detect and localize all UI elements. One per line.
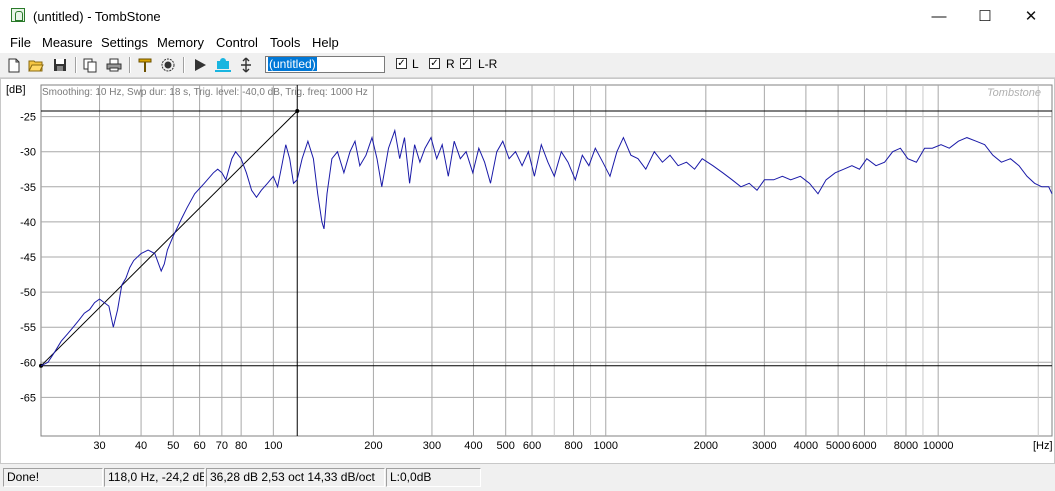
x-tick-label: 4000	[794, 440, 818, 452]
frequency-response-chart[interactable]: -25 -30 -35 -40 -45 -50 -55 -60 -65 30 40 50 60 70 80…	[1, 79, 1054, 463]
tombstone-watermark: Tombstone	[987, 87, 1041, 99]
channel-lr-checkbox[interactable]: ✓	[460, 58, 471, 69]
target-icon[interactable]	[159, 56, 177, 74]
status-bar: Done! 118,0 Hz, -24,2 dB 36,28 dB 2,53 o…	[0, 466, 1055, 491]
channel-r-checkbox[interactable]: ✓	[429, 58, 440, 69]
x-tick-label: 70	[216, 440, 228, 452]
menu-bar: File Measure Settings Memory Control Too…	[0, 33, 1055, 53]
channel-r-label: R	[446, 57, 455, 71]
x-tick-label: 80	[235, 440, 247, 452]
tombstone-app-icon	[11, 8, 25, 22]
channel-l-checkbox[interactable]: ✓	[396, 58, 407, 69]
x-tick-label: 30	[93, 440, 105, 452]
x-tick-label: 60	[193, 440, 205, 452]
plot-grid	[40, 84, 1053, 437]
slope-readout: 36,28 dB 2,53 oct 14,33 dB/oct	[206, 468, 385, 487]
channel-lr-label: L-R	[478, 57, 498, 71]
menu-control[interactable]: Control	[216, 35, 258, 50]
play-icon[interactable]	[191, 56, 209, 74]
menu-help[interactable]: Help	[312, 35, 339, 50]
x-tick-label: 2000	[694, 440, 718, 452]
minimize-button[interactable]: —	[916, 0, 962, 32]
save-icon[interactable]	[51, 56, 69, 74]
menu-tools[interactable]: Tools	[270, 35, 300, 50]
y-tick-label: -45	[20, 252, 36, 264]
x-tick-label: 500	[497, 440, 515, 452]
measure-run-icon[interactable]	[214, 56, 232, 74]
cursor-marker	[295, 108, 300, 113]
y-tick-label: -25	[20, 112, 36, 124]
y-tick-label: -50	[20, 287, 36, 299]
plot-info-text: Smoothing: 10 Hz, Swp dur: 18 s, Trig. l…	[42, 87, 368, 98]
print-icon[interactable]	[105, 56, 123, 74]
window-title: (untitled) - TombStone	[33, 9, 161, 24]
y-tick-label: -55	[20, 322, 36, 334]
level-readout: L:0,0dB	[386, 468, 481, 487]
x-tick-label: 3000	[752, 440, 776, 452]
x-tick-label: 8000	[894, 440, 918, 452]
x-tick-label: 6000	[852, 440, 876, 452]
menu-memory[interactable]: Memory	[157, 35, 204, 50]
cursor-lines	[39, 85, 1052, 436]
title-bar: (untitled) - TombStone — ☐ ✕	[0, 0, 1055, 33]
x-tick-labels: 30 40 50 60 70 80 100 200 300 400 500 600 800 1000 200…	[93, 440, 953, 452]
x-tick-label: 100	[264, 440, 282, 452]
y-unit-label: [dB]	[6, 84, 26, 96]
measurement-name-value: (untitled)	[268, 57, 317, 71]
y-tick-label: -65	[20, 392, 36, 404]
plot-frame	[40, 84, 1053, 437]
frequency-response-plot[interactable]: -25 -30 -35 -40 -45 -50 -55 -60 -65 30 40 50 60 70 80…	[0, 78, 1055, 464]
cursor-readout: 118,0 Hz, -24,2 dB	[104, 468, 205, 487]
close-button[interactable]: ✕	[1008, 0, 1054, 32]
toolbar: (untitled) ✓ L ✓ R ✓ L-R	[0, 53, 1055, 78]
x-tick-label: 800	[564, 440, 582, 452]
x-tick-label: 600	[523, 440, 541, 452]
x-tick-label: 50	[167, 440, 179, 452]
y-tick-label: -35	[20, 182, 36, 194]
menu-measure[interactable]: Measure	[42, 35, 93, 50]
measurement-name-field[interactable]: (untitled)	[265, 56, 385, 73]
channel-l-label: L	[412, 57, 419, 71]
menu-file[interactable]: File	[10, 35, 31, 50]
new-file-icon[interactable]	[5, 56, 23, 74]
x-unit-label: [Hz]	[1033, 440, 1053, 452]
x-tick-label: 200	[364, 440, 382, 452]
y-tick-label: -30	[20, 147, 36, 159]
x-tick-label: 40	[135, 440, 147, 452]
x-tick-label: 1000	[594, 440, 618, 452]
x-tick-label: 5000	[826, 440, 850, 452]
y-tick-labels: -25 -30 -35 -40 -45 -50 -55 -60 -65	[20, 112, 36, 405]
maximize-button[interactable]: ☐	[962, 0, 1008, 32]
status-message: Done!	[3, 468, 103, 487]
copy-icon[interactable]	[81, 56, 99, 74]
y-tick-label: -60	[20, 357, 36, 369]
menu-settings[interactable]: Settings	[101, 35, 148, 50]
x-tick-label: 10000	[923, 440, 954, 452]
marker-tool-icon[interactable]	[136, 56, 154, 74]
x-tick-label: 300	[423, 440, 441, 452]
open-folder-icon[interactable]	[27, 56, 45, 74]
response-curve	[40, 128, 1053, 367]
scale-arrows-icon[interactable]	[237, 56, 255, 74]
y-tick-label: -40	[20, 217, 36, 229]
x-tick-label: 400	[464, 440, 482, 452]
